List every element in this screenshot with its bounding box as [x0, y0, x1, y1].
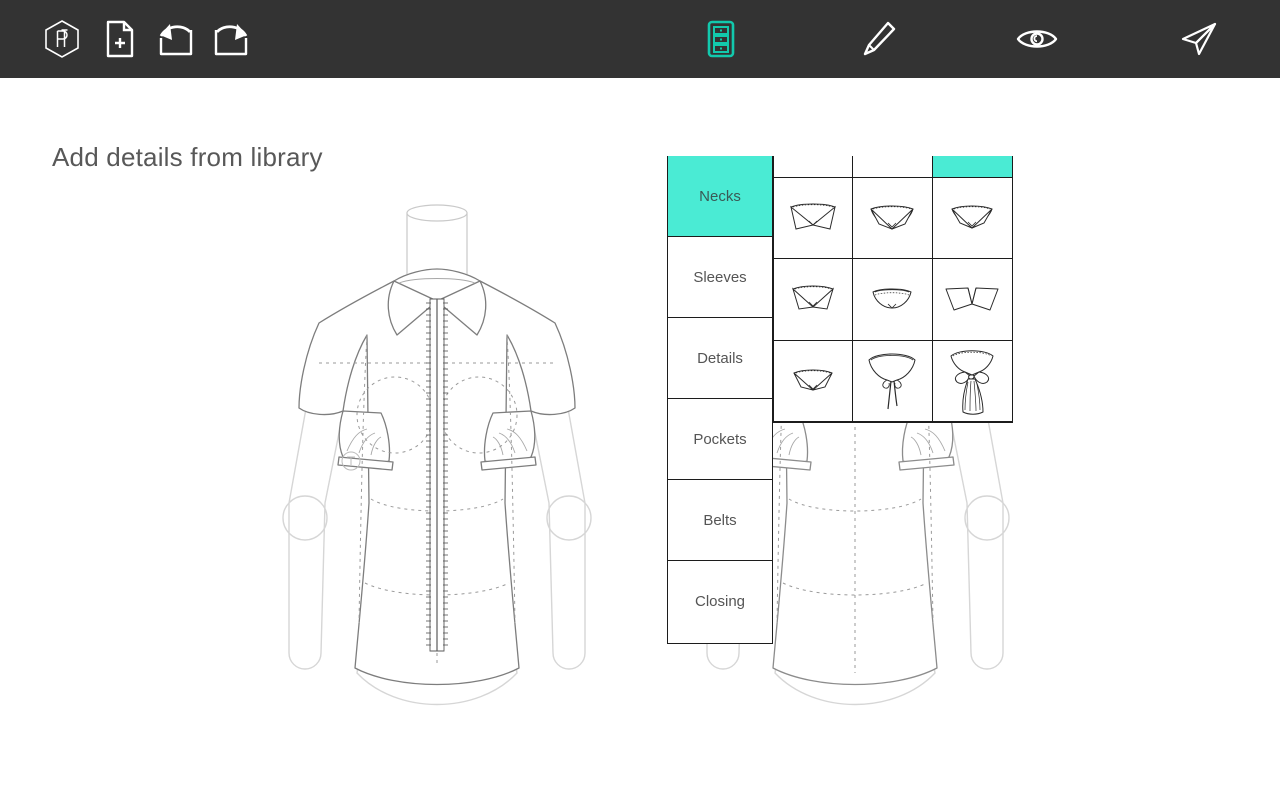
category-label: Belts	[703, 512, 736, 529]
garment-front-view[interactable]	[247, 203, 627, 768]
collar-narrow-point-icon	[785, 281, 841, 317]
page-title: Add details from library	[52, 142, 323, 173]
thumbnail-collar-mandarin[interactable]	[853, 259, 932, 340]
tool-preview[interactable]	[998, 0, 1076, 78]
thumbnail-collar-partial-2[interactable]	[853, 156, 932, 178]
category-necks[interactable]: Necks	[668, 156, 772, 237]
category-label: Necks	[699, 188, 741, 205]
thumbnail-collar-narrow-point[interactable]	[774, 259, 853, 340]
collar-flat-wide-icon	[942, 284, 1002, 314]
collar-tiny-point-icon	[787, 366, 839, 396]
library-category-list: Necks Sleeves Details Pockets Belts Clos…	[667, 156, 773, 644]
category-details[interactable]: Details	[668, 318, 772, 399]
collar-small-point-icon	[945, 202, 999, 234]
library-thumbnail-grid[interactable]	[773, 156, 1013, 423]
collar-pussy-bow-icon	[941, 346, 1003, 416]
thumbnail-collar-pussy-bow[interactable]	[933, 341, 1012, 422]
tool-library[interactable]	[682, 0, 760, 78]
thumbnail-collar-tie-neck[interactable]	[853, 341, 932, 422]
thumbnail-collar-rounded-point[interactable]	[853, 178, 932, 259]
thumbnail-collar-wide-point[interactable]	[774, 178, 853, 259]
category-closing[interactable]: Closing	[668, 561, 772, 642]
collar-rounded-point-icon	[865, 202, 919, 234]
tool-draw[interactable]	[840, 0, 918, 78]
category-pockets[interactable]: Pockets	[668, 399, 772, 480]
library-panel: Necks Sleeves Details Pockets Belts Clos…	[667, 156, 1013, 646]
pencil-icon	[861, 20, 897, 58]
category-belts[interactable]: Belts	[668, 480, 772, 561]
tool-share[interactable]	[1160, 0, 1238, 78]
new-file-icon	[103, 19, 137, 59]
collar-wide-point-icon	[783, 198, 843, 238]
undo-icon	[157, 20, 195, 58]
eye-icon	[1016, 25, 1058, 53]
thumbnail-collar-small-point[interactable]	[933, 178, 1012, 259]
library-icon	[706, 19, 736, 59]
collar-tie-neck-icon	[861, 348, 923, 414]
design-canvas: Add details from library	[0, 78, 1280, 800]
category-label: Pockets	[693, 431, 746, 448]
logo-icon	[43, 19, 81, 59]
category-label: Details	[697, 350, 743, 367]
thumbnail-collar-tiny-point[interactable]	[774, 341, 853, 422]
category-label: Closing	[695, 593, 745, 610]
category-label: Sleeves	[693, 269, 746, 286]
collar-mandarin-icon	[869, 286, 915, 312]
category-sleeves[interactable]: Sleeves	[668, 237, 772, 318]
thumbnail-collar-partial-3[interactable]	[933, 156, 1012, 178]
thumbnail-collar-partial-1[interactable]	[774, 156, 853, 178]
top-toolbar	[0, 0, 1280, 78]
redo-icon	[212, 20, 250, 58]
thumbnail-collar-flat-wide[interactable]	[933, 259, 1012, 340]
redo-button[interactable]	[192, 0, 270, 78]
send-icon	[1179, 20, 1219, 58]
